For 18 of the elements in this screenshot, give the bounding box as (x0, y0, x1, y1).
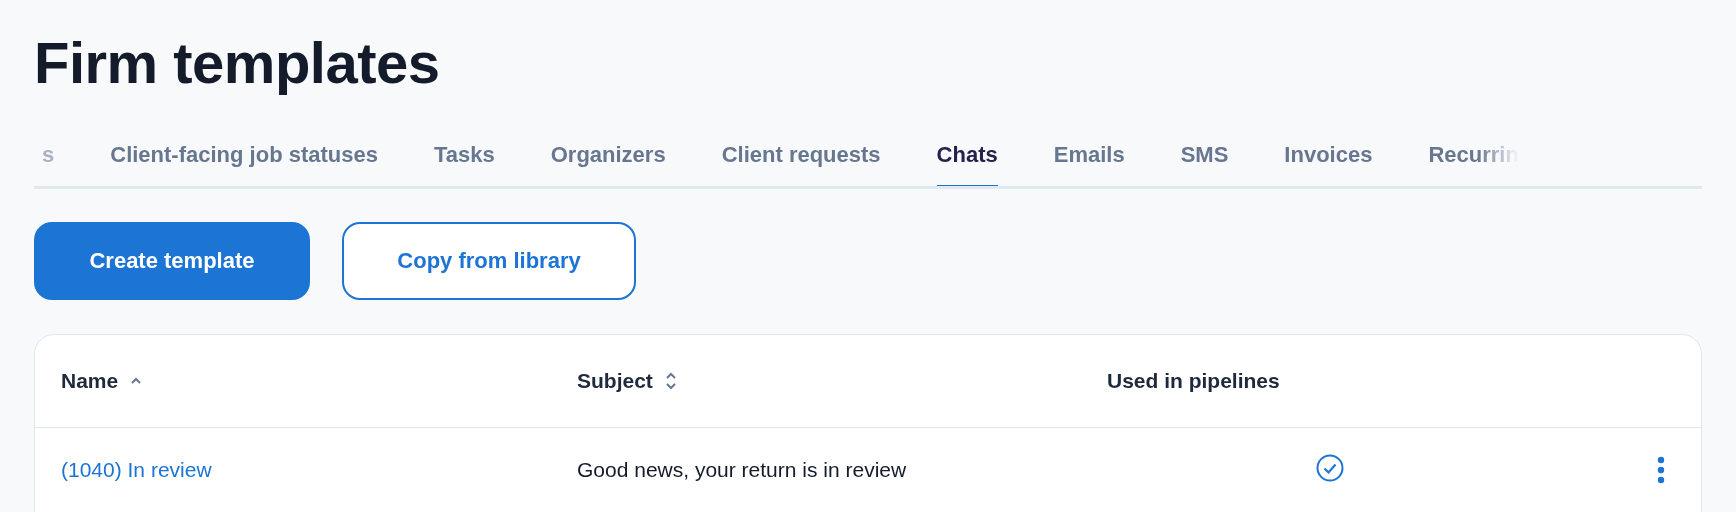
sort-ascending-icon[interactable] (130, 376, 143, 385)
tab[interactable]: Client-facing job statuses (110, 125, 378, 186)
tab[interactable]: Client requests (721, 125, 881, 186)
column-header[interactable]: Subject (577, 368, 653, 393)
page-title: Firm templates (34, 29, 441, 97)
column-header[interactable]: Used in pipelines (1107, 368, 1280, 393)
tab[interactable]: Tasks (433, 125, 495, 186)
create-button[interactable]: Create template (34, 221, 310, 300)
sort-icon[interactable] (664, 370, 677, 391)
tab[interactable]: Chats (936, 125, 998, 186)
template-link[interactable]: (1040) In review (61, 457, 212, 481)
tab[interactable]: Emails (1053, 125, 1125, 186)
tab[interactable]: Organizers (550, 125, 666, 186)
column-header[interactable]: Name (61, 368, 119, 393)
tab[interactable]: Invoices (1284, 125, 1373, 186)
table-cell-text: Good news, your return is in review (577, 457, 908, 482)
copy-button[interactable]: Copy from library (342, 221, 636, 300)
tab[interactable]: SMS (1180, 125, 1229, 186)
